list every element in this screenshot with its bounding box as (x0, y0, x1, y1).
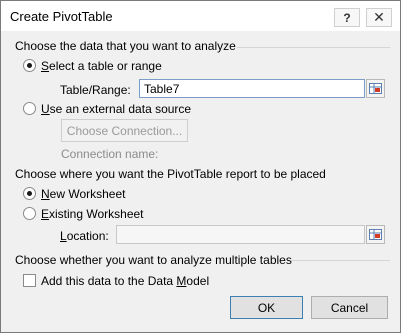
select-table-radio[interactable] (23, 59, 36, 72)
help-button[interactable]: ? (334, 8, 360, 27)
data-model-label[interactable]: Add this data to the Data Model (41, 274, 209, 288)
placement-section-title: Choose where you want the PivotTable rep… (15, 167, 326, 181)
existing-worksheet-radio[interactable] (23, 207, 36, 220)
close-button[interactable]: ✕ (366, 8, 392, 27)
create-pivottable-dialog: Create PivotTable ? ✕ Choose the data th… (0, 0, 401, 333)
external-source-radio[interactable] (23, 102, 36, 115)
external-source-label[interactable]: Use an external data source (41, 102, 191, 116)
location-label: Location: (60, 229, 109, 243)
location-input[interactable] (116, 225, 365, 244)
choose-connection-button[interactable]: Choose Connection... (61, 119, 188, 142)
dialog-title: Create PivotTable (10, 9, 113, 24)
section-divider (291, 260, 390, 261)
location-collapse-button[interactable] (366, 225, 385, 244)
new-worksheet-radio[interactable] (23, 187, 36, 200)
new-worksheet-label[interactable]: New Worksheet (41, 187, 125, 201)
source-section-title: Choose the data that you want to analyze (15, 39, 236, 53)
cancel-button[interactable]: Cancel (311, 296, 388, 319)
close-icon: ✕ (373, 9, 385, 25)
title-bar: Create PivotTable ? ✕ (1, 1, 400, 31)
table-range-input[interactable]: Table7 (139, 79, 365, 98)
table-range-label: Table/Range: (60, 83, 131, 97)
existing-worksheet-label[interactable]: Existing Worksheet (41, 207, 144, 221)
multi-tables-section-title: Choose whether you want to analyze multi… (15, 253, 292, 267)
range-select-icon (369, 83, 382, 94)
select-table-label[interactable]: Select a table or range (41, 59, 162, 73)
data-model-checkbox[interactable] (23, 274, 36, 287)
ok-button[interactable]: OK (230, 296, 303, 319)
section-divider (237, 47, 390, 48)
connection-name-label: Connection name: (61, 147, 159, 161)
range-select-icon (369, 229, 382, 240)
collapse-dialog-button[interactable] (366, 79, 385, 98)
help-icon: ? (343, 10, 351, 25)
